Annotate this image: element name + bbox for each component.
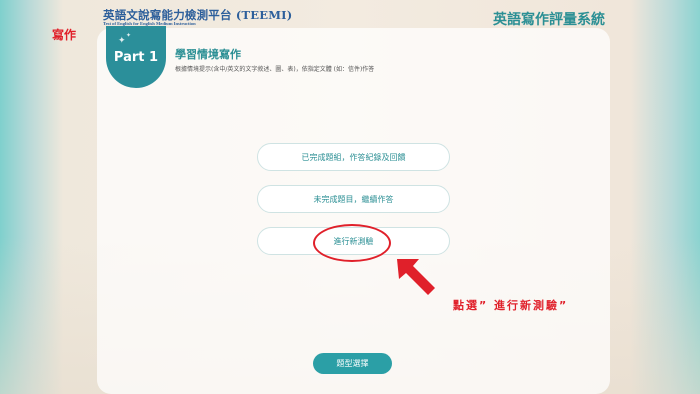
completed-records-button[interactable]: 已完成題組，作答紀錄及回饋 — [257, 143, 450, 171]
arrow-icon — [393, 253, 439, 299]
section-label: 寫作 — [52, 28, 77, 42]
part-badge-label: Part 1 — [113, 49, 159, 65]
highlight-ring — [313, 224, 391, 262]
sparkle-icon: ✦ — [126, 32, 132, 39]
continue-unfinished-button[interactable]: 未完成題目，繼續作答 — [257, 185, 450, 213]
question-type-select-button[interactable]: 題型選擇 — [313, 353, 392, 374]
header: 英語文說寫能力檢測平台 (TEEMI) Test of English for … — [0, 0, 700, 30]
sparkle-icon: ✦ — [118, 36, 126, 46]
part-badge: ✦ ✦ Part 1 — [106, 26, 166, 88]
task-title: 學習情境寫作 — [175, 48, 241, 61]
system-title: 英語寫作評量系統 — [493, 12, 605, 28]
task-description: 根據情境提示(含中/英文的文字敘述、圖、表)，依指定文體 (如：信件)作答 — [175, 66, 375, 73]
annotation-text: 點選” 進行新測驗” — [453, 299, 569, 312]
